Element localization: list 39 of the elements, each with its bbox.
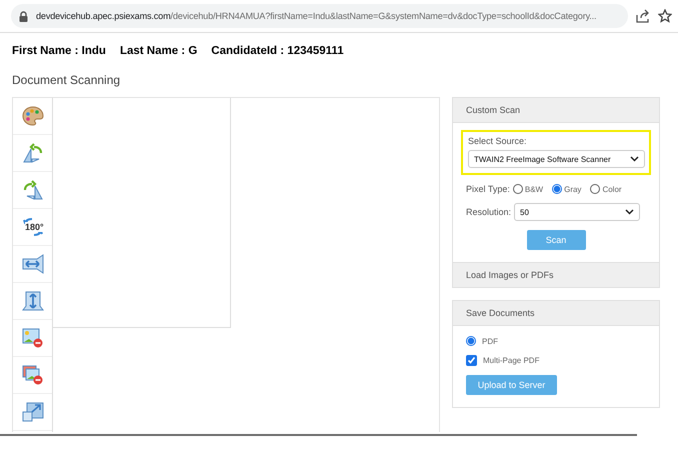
field-label: Select Source: xyxy=(468,136,528,146)
candidate-info: Last Name : G xyxy=(120,45,198,57)
radio-button[interactable] xyxy=(466,336,476,346)
share-icon[interactable] xyxy=(636,9,650,23)
candidate-info: First Name : Indu xyxy=(12,45,106,57)
rotate-arrows-icon xyxy=(22,217,44,237)
resolution-dropdown[interactable]: 50 xyxy=(514,203,640,221)
address-bar[interactable]: devdevicehub.apec.psiexams.com/devicehub/HRN4AMUA?firstName=Indu&lastName=G&systemName=dv&docType=schoolId&docCategory... xyxy=(11,4,628,28)
flip-icon xyxy=(22,291,44,311)
source-dropdown[interactable]: TWAIN2 FreeImage Software Scanner xyxy=(468,150,645,168)
field-label: Resolution: xyxy=(466,207,512,217)
panel-header[interactable]: Load Images or PDFs xyxy=(453,262,659,287)
checkbox[interactable] xyxy=(466,355,477,366)
panel-header[interactable]: Save Documents xyxy=(453,301,659,326)
toolbar-button[interactable]: 180° xyxy=(13,209,52,246)
option-label: Color xyxy=(602,184,622,194)
url-text: devdevicehub.apec.psiexams.com/devicehub/HRN4AMUA?firstName=Indu&lastName=G&systemName=dv&docType=schoolId&docCategory... xyxy=(36,11,596,21)
radio-button[interactable] xyxy=(590,184,600,194)
star-icon[interactable] xyxy=(658,9,672,23)
chevron-down-icon xyxy=(625,209,634,215)
candidate-info: CandidateId : 123459111 xyxy=(211,45,344,57)
chevron-down-icon xyxy=(630,156,639,162)
remove-image-icon xyxy=(22,328,44,348)
rotate-right-icon xyxy=(22,180,44,200)
remove-all-images-icon xyxy=(22,365,44,385)
radio-button[interactable] xyxy=(552,184,562,194)
radio-button[interactable] xyxy=(512,184,523,194)
mirror-icon xyxy=(22,254,44,274)
resize-icon xyxy=(22,402,44,422)
option-label: Gray xyxy=(564,184,582,194)
lock-icon xyxy=(19,10,28,22)
palette-icon xyxy=(22,106,44,126)
option-label: Multi-Page PDF xyxy=(483,356,540,365)
page-title: Document Scanning xyxy=(11,72,122,87)
option-label: PDF xyxy=(482,336,498,346)
field-label: Pixel Type: xyxy=(466,184,510,194)
rotate-left-icon xyxy=(22,143,44,163)
option-label: B&W xyxy=(524,184,544,194)
panel-header[interactable]: Custom Scan xyxy=(453,98,659,123)
